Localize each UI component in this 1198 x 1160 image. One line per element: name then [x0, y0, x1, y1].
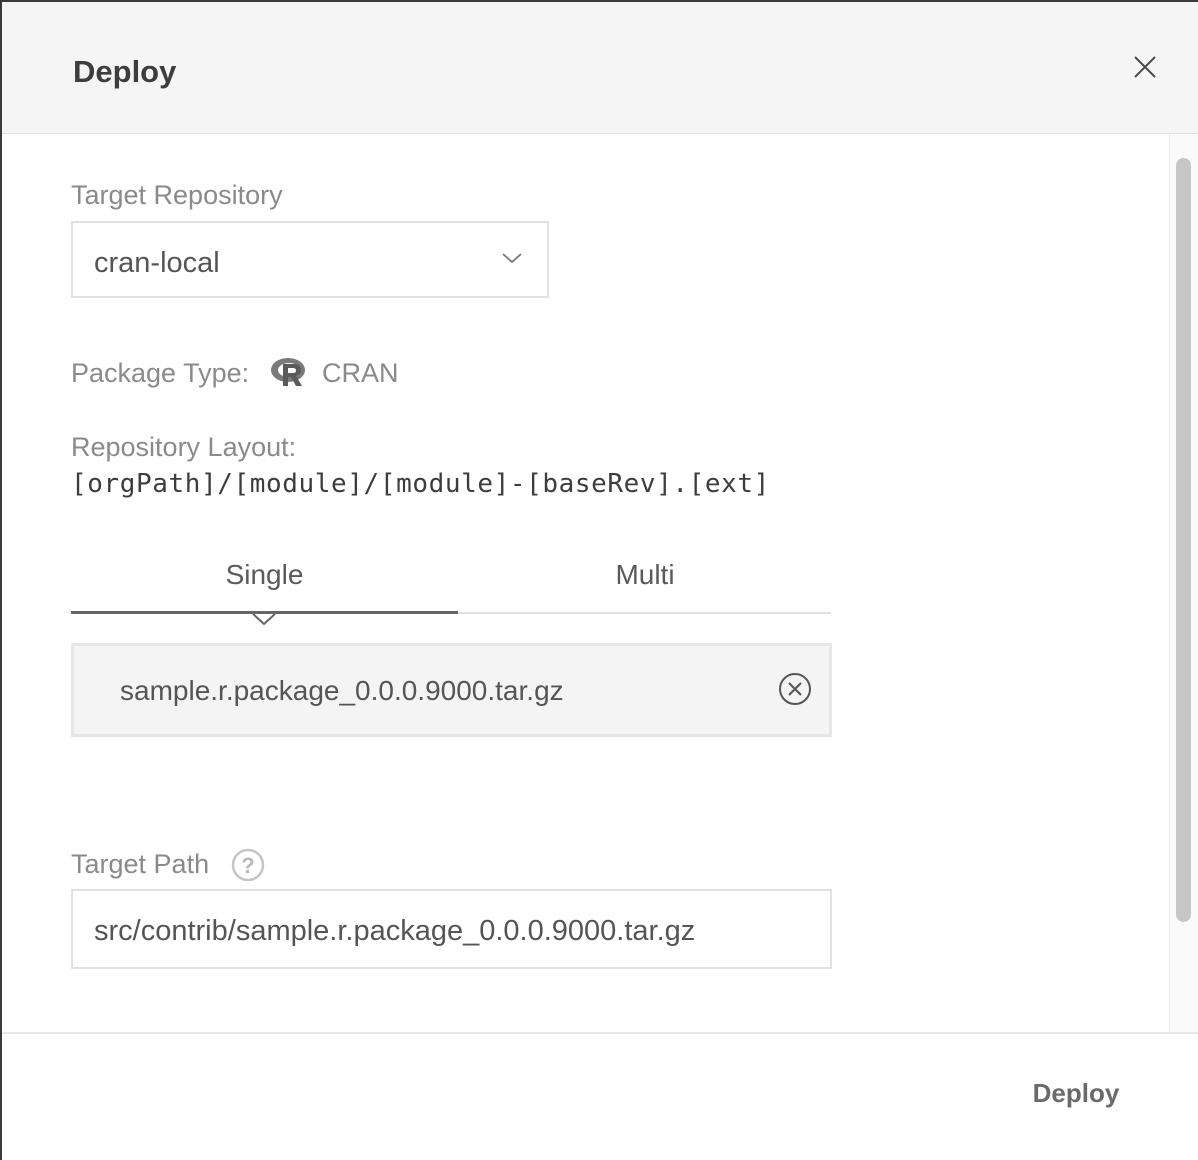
close-button[interactable] — [1126, 48, 1162, 84]
help-button[interactable]: ? — [231, 848, 265, 882]
target-path-input[interactable]: src/contrib/sample.r.package_0.0.0.9000.… — [71, 889, 832, 969]
tab-multi[interactable]: Multi — [458, 559, 832, 605]
tab-single[interactable]: Single — [71, 559, 458, 605]
remove-circle-icon — [779, 673, 811, 705]
tab-caret-icon — [252, 613, 276, 625]
target-path-value: src/contrib/sample.r.package_0.0.0.9000.… — [94, 915, 696, 947]
selected-file: sample.r.package_0.0.0.9000.tar.gz — [71, 643, 832, 737]
package-type-label: Package Type: — [71, 358, 250, 388]
svg-text:?: ? — [241, 853, 254, 878]
repository-layout-value: [orgPath]/[module]/[module]-[baseRev].[e… — [71, 469, 770, 499]
target-repository-label: Target Repository — [71, 180, 283, 210]
repository-layout-label: Repository Layout: — [71, 432, 297, 462]
deploy-dialog: Deploy Target Repository cran-local Pack… — [0, 0, 1198, 1160]
dialog-footer: Deploy — [2, 1032, 1198, 1160]
dialog-title: Deploy — [73, 54, 177, 89]
question-mark-icon: ? — [231, 848, 265, 882]
package-type-value: CRAN — [322, 358, 399, 388]
dialog-header: Deploy — [2, 2, 1198, 134]
deploy-button[interactable]: Deploy — [1024, 1078, 1128, 1118]
target-repository-select[interactable]: cran-local — [71, 221, 549, 298]
close-icon — [1134, 56, 1156, 78]
scrollbar-thumb[interactable] — [1176, 158, 1191, 922]
file-name: sample.r.package_0.0.0.9000.tar.gz — [120, 675, 564, 706]
remove-file-button[interactable] — [778, 672, 812, 706]
chevron-down-icon — [502, 253, 522, 264]
dialog-body: Target Repository cran-local Package Typ… — [2, 134, 1198, 1032]
r-language-icon — [271, 358, 305, 386]
target-path-label: Target Path — [71, 849, 210, 879]
target-repository-value: cran-local — [94, 247, 220, 279]
